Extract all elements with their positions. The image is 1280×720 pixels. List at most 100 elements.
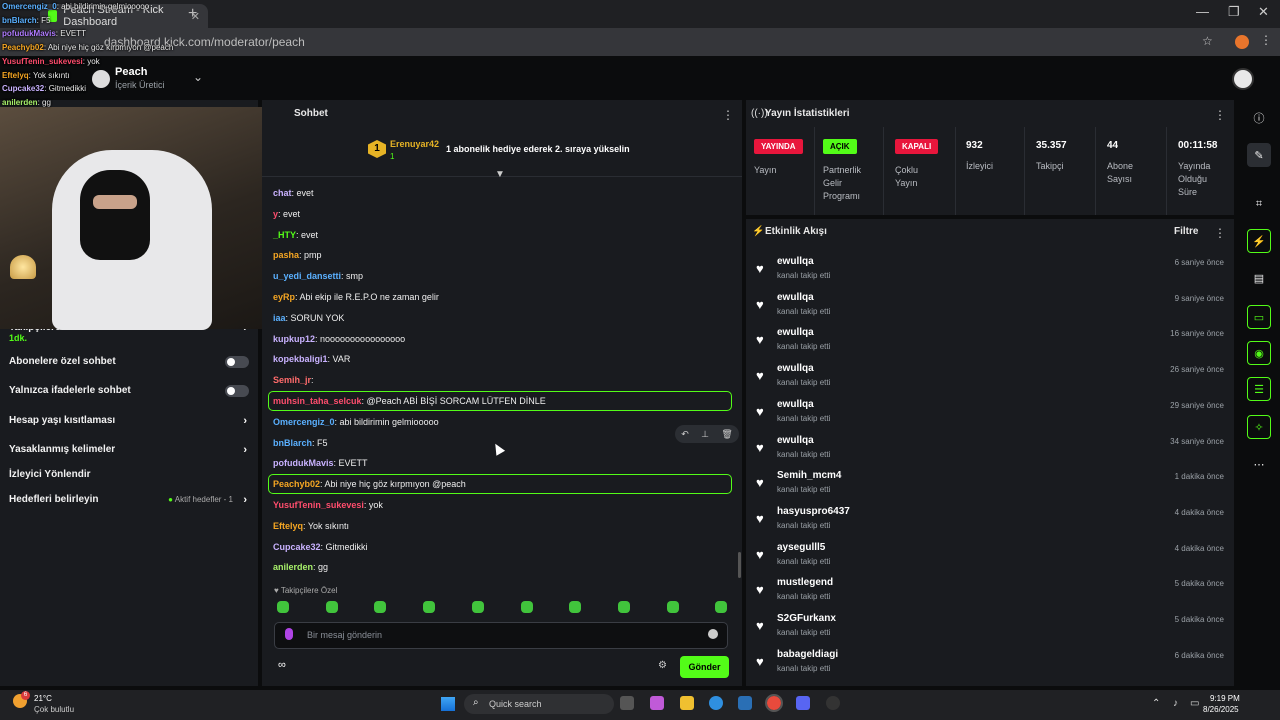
obs-icon[interactable]	[826, 696, 840, 710]
feed-item[interactable]: ♥ aysegulll5 kanalı takip etti 4 dakika önc…	[756, 542, 1226, 574]
kick-mic-icon[interactable]	[285, 628, 293, 640]
feed-item[interactable]: ♥ ewullqa kanalı takip etti 34 saniye önce	[756, 435, 1226, 467]
chat-message[interactable]: _HTY: evet	[273, 230, 728, 240]
chat-username[interactable]: anilerden	[273, 562, 313, 572]
feed-username[interactable]: ewullqa	[777, 435, 814, 446]
chat-message[interactable]: pofudukMavis: EVETT	[273, 458, 728, 468]
feed-item[interactable]: ♥ ewullqa kanalı takip etti 9 saniye önce	[756, 292, 1226, 324]
chat-username[interactable]: eyRp	[273, 292, 295, 302]
chat-message[interactable]: Peachyb02: Abi niye hiç göz kırpmıyon @p…	[273, 479, 728, 489]
feed-username[interactable]: Semih_mcm4	[777, 470, 841, 481]
emote-icon[interactable]	[277, 601, 289, 613]
chat-message[interactable]: eyRp: Abi ekip ile R.E.P.O ne zaman geli…	[273, 292, 728, 302]
notes-icon[interactable]: ▤	[1247, 266, 1271, 290]
feed-menu-icon[interactable]: ⋮	[1214, 226, 1226, 240]
chat-settings-gear-icon[interactable]: ⚙	[658, 660, 667, 671]
emote-icon[interactable]	[471, 601, 484, 613]
chat-message[interactable]: kupkup12: noooooooooooooooo	[273, 334, 728, 344]
feed-username[interactable]: ewullqa	[777, 399, 814, 410]
chat-username[interactable]: bnBlarch	[273, 438, 312, 448]
feed-username[interactable]: ewullqa	[777, 327, 814, 338]
feed-item[interactable]: ♥ S2GFurkanx kanalı takip etti 5 dakika önc…	[756, 613, 1226, 645]
emote-icon[interactable]	[374, 601, 387, 613]
restore-button[interactable]: ❐	[1228, 4, 1240, 20]
chat-message[interactable]: YusufTenin_sukevesi: yok	[273, 500, 728, 510]
chat-username[interactable]: iaa	[273, 313, 286, 323]
feed-username[interactable]: babageldiagi	[777, 649, 838, 660]
feed-username[interactable]: ewullqa	[777, 363, 814, 374]
chat-message[interactable]: Cupcake32: Gitmedikki	[273, 542, 728, 552]
edit-icon[interactable]: ✎	[1247, 143, 1271, 167]
chat-username[interactable]: pofudukMavis	[273, 458, 334, 468]
feed-item[interactable]: ♥ ewullqa kanalı takip etti 29 saniye önce	[756, 399, 1226, 431]
chat-username[interactable]: pasha	[273, 250, 299, 260]
delete-icon[interactable]: 🗑	[721, 429, 732, 440]
chat-username[interactable]: Semih_jr	[273, 375, 311, 385]
viewer-guidelines-setting[interactable]: İzleyici Yönlendir	[9, 469, 249, 480]
chat-message[interactable]: u_yedi_dansetti: smp	[273, 271, 728, 281]
chat-username[interactable]: YusufTenin_sukevesi	[273, 500, 364, 510]
kicks-infinity-icon[interactable]: ∞	[278, 659, 286, 671]
feed-item[interactable]: ♥ Semih_mcm4 kanalı takip etti 1 dakika önc…	[756, 470, 1226, 502]
chat-message[interactable]: pasha: pmp	[273, 250, 728, 260]
feed-item[interactable]: ♥ ewullqa kanalı takip etti 26 saniye önce	[756, 363, 1226, 395]
taskbar-search[interactable]: Quick search	[464, 694, 614, 714]
feed-item[interactable]: ♥ mustlegend kanalı takip etti 5 dakika önc…	[756, 577, 1226, 609]
emoji-picker-icon[interactable]	[708, 629, 718, 639]
layout-icon[interactable]: ☰	[1247, 377, 1271, 401]
chat-username[interactable]: muhsin_taha_selcuk	[273, 396, 362, 406]
info-icon[interactable]: ⓘ	[1247, 106, 1271, 130]
browser-menu-icon[interactable]: ⋮	[1260, 33, 1272, 47]
edge-icon[interactable]	[709, 696, 723, 710]
quick-actions-icon[interactable]: ⚡	[1247, 229, 1271, 253]
tray-chevron-icon[interactable]: ⌃	[1152, 698, 1160, 709]
emote-icon[interactable]	[569, 601, 582, 613]
account-age-setting[interactable]: Hesap yaşı kısıtlaması ›	[9, 415, 249, 427]
chat-message[interactable]: kopekbaligi1: VAR	[273, 354, 728, 364]
bookmark-star-icon[interactable]: ☆	[1202, 34, 1213, 48]
chat-message[interactable]: Eftelyq: Yok sıkıntı	[273, 521, 728, 531]
emote-icon[interactable]	[617, 601, 630, 613]
wrench-icon[interactable]: ✧	[1247, 415, 1271, 439]
extension-icon[interactable]	[1235, 35, 1249, 49]
feed-username[interactable]: mustlegend	[777, 577, 833, 588]
discord-icon[interactable]	[796, 696, 810, 710]
chat-username[interactable]: u_yedi_dansetti	[273, 271, 341, 281]
chat-username[interactable]: Cupcake32	[273, 542, 321, 552]
subscribers-only-toggle[interactable]	[225, 355, 249, 368]
focus-icon[interactable]: ⌗	[1247, 192, 1271, 216]
emote-icon[interactable]	[520, 601, 533, 613]
network-icon[interactable]: ▭	[1190, 698, 1199, 709]
collapse-pinned-icon[interactable]: ▼	[495, 169, 505, 180]
chat-message[interactable]: anilerden: gg	[273, 562, 728, 572]
chat-scrollbar[interactable]	[738, 552, 741, 578]
banned-words-setting[interactable]: Yasaklanmış kelimeler ›	[9, 444, 249, 456]
chat-username[interactable]: kupkup12	[273, 334, 315, 344]
send-button[interactable]: Gönder	[680, 656, 729, 678]
feed-item[interactable]: ♥ babageldiagi kanalı takip etti 6 dakika ö…	[756, 649, 1226, 681]
emote-icon[interactable]	[423, 601, 436, 613]
emotes-only-toggle[interactable]	[225, 384, 249, 397]
emotes-only-setting[interactable]: Yalnızca ifadelerle sohbet	[9, 384, 249, 397]
emote-icon[interactable]	[325, 601, 338, 613]
chat-message[interactable]: Semih_jr:	[273, 375, 728, 385]
feed-filter-button[interactable]: Filtre	[1174, 226, 1198, 237]
taskview-icon[interactable]	[620, 696, 634, 710]
goals-setting[interactable]: Hedefleri belirleyin ● Aktif hedefler - …	[9, 494, 249, 506]
feed-item[interactable]: ♥ hasyuspro6437 kanalı takip etti 4 dakika …	[756, 506, 1226, 538]
chat-username[interactable]: _HTY	[273, 230, 296, 240]
chat-username[interactable]: Eftelyq	[273, 521, 303, 531]
pin-icon[interactable]: ⊥	[701, 429, 709, 440]
subscribers-only-setting[interactable]: Abonelere özel sohbet	[9, 355, 249, 368]
store-icon[interactable]	[738, 696, 752, 710]
chat-icon[interactable]: ▭	[1247, 305, 1271, 329]
window-close-button[interactable]: ✕	[1258, 4, 1269, 20]
chrome-icon[interactable]	[765, 694, 783, 712]
chat-message[interactable]: y: evet	[273, 209, 728, 219]
clock-time[interactable]: 9:19 PM	[1210, 694, 1240, 703]
chat-message[interactable]: muhsin_taha_selcuk: @Peach ABİ BİŞİ SORC…	[273, 396, 728, 406]
chat-message[interactable]: Omercengiz_0: abi bildirimin gelmiooooo	[273, 417, 728, 427]
feed-username[interactable]: S2GFurkanx	[777, 613, 836, 624]
microphone-icon[interactable]: ♪	[1173, 698, 1178, 709]
minimize-button[interactable]: —	[1196, 4, 1209, 19]
